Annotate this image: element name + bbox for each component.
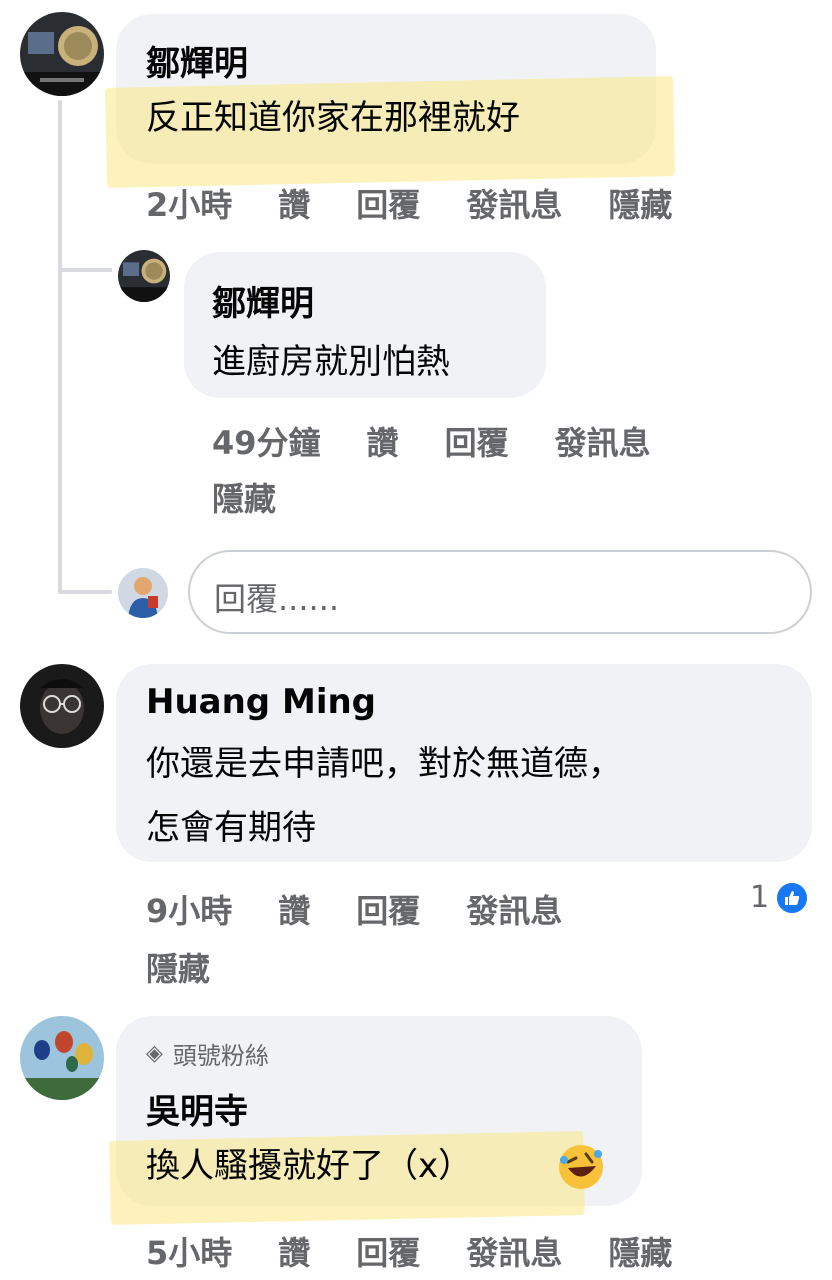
comment-actions: 5小時 讚 回覆 發訊息 隱藏: [146, 1228, 672, 1274]
hide-button[interactable]: 隱藏: [146, 944, 210, 990]
top-fan-badge: ◈ 頭號粉絲: [146, 1036, 269, 1071]
reply-button[interactable]: 回覆: [356, 180, 420, 226]
comment-author[interactable]: 吳明寺: [146, 1084, 248, 1133]
message-button[interactable]: 發訊息: [466, 1228, 562, 1274]
comment-text-line2: 怎會有期待: [146, 808, 316, 848]
badge-label: 頭號粉絲: [172, 1042, 269, 1070]
reply-input-placeholder: 回覆......: [214, 580, 340, 618]
rolling-laughing-emoji-icon: [556, 1142, 606, 1192]
timestamp[interactable]: 5小時: [146, 1228, 232, 1274]
diamond-icon: ◈: [146, 1041, 163, 1066]
reply-actions: 49分鐘 讚 回覆 發訊息: [212, 418, 651, 464]
hide-button[interactable]: 隱藏: [608, 1228, 672, 1274]
thread-line-branch-input: [58, 590, 112, 594]
reaction-count: 1: [750, 880, 770, 915]
timestamp[interactable]: 9小時: [146, 886, 232, 932]
avatar: [118, 568, 168, 618]
like-button[interactable]: 讚: [278, 1228, 310, 1274]
like-icon: [775, 880, 810, 915]
comment-text: 反正知道你家在那裡就好: [146, 98, 520, 138]
comment-text-line1: 你還是去申請吧，對於無道德，: [146, 744, 622, 784]
message-button[interactable]: 發訊息: [466, 180, 562, 226]
timestamp[interactable]: 49分鐘: [212, 418, 321, 464]
avatar[interactable]: [20, 1016, 104, 1100]
reply-text: 進廚房就別怕熱: [212, 342, 450, 382]
timestamp[interactable]: 2小時: [146, 180, 232, 226]
reply-button[interactable]: 回覆: [445, 418, 509, 464]
message-button[interactable]: 發訊息: [466, 886, 562, 932]
message-button[interactable]: 發訊息: [555, 418, 651, 464]
like-button[interactable]: 讚: [367, 418, 399, 464]
like-button[interactable]: 讚: [278, 180, 310, 226]
avatar[interactable]: [20, 664, 104, 748]
hide-button[interactable]: 隱藏: [608, 180, 672, 226]
avatar[interactable]: [118, 250, 170, 302]
hide-button[interactable]: 隱藏: [212, 474, 276, 520]
reply-button[interactable]: 回覆: [356, 1228, 420, 1274]
like-button[interactable]: 讚: [278, 886, 310, 932]
comment-text: 換人騷擾就好了（x）: [146, 1146, 473, 1186]
thread-line-vertical: [58, 100, 62, 592]
reply-button[interactable]: 回覆: [356, 886, 420, 932]
comment-author[interactable]: Huang Ming: [146, 682, 376, 722]
avatar[interactable]: [20, 12, 104, 96]
reply-author[interactable]: 鄒輝明: [212, 276, 314, 325]
comment-actions: 2小時 讚 回覆 發訊息 隱藏: [146, 180, 672, 226]
reaction-summary[interactable]: 1: [750, 880, 810, 915]
thread-line-branch-reply: [58, 268, 112, 272]
comment-author[interactable]: 鄒輝明: [146, 36, 248, 85]
comment-actions: 9小時 讚 回覆 發訊息: [146, 886, 562, 932]
